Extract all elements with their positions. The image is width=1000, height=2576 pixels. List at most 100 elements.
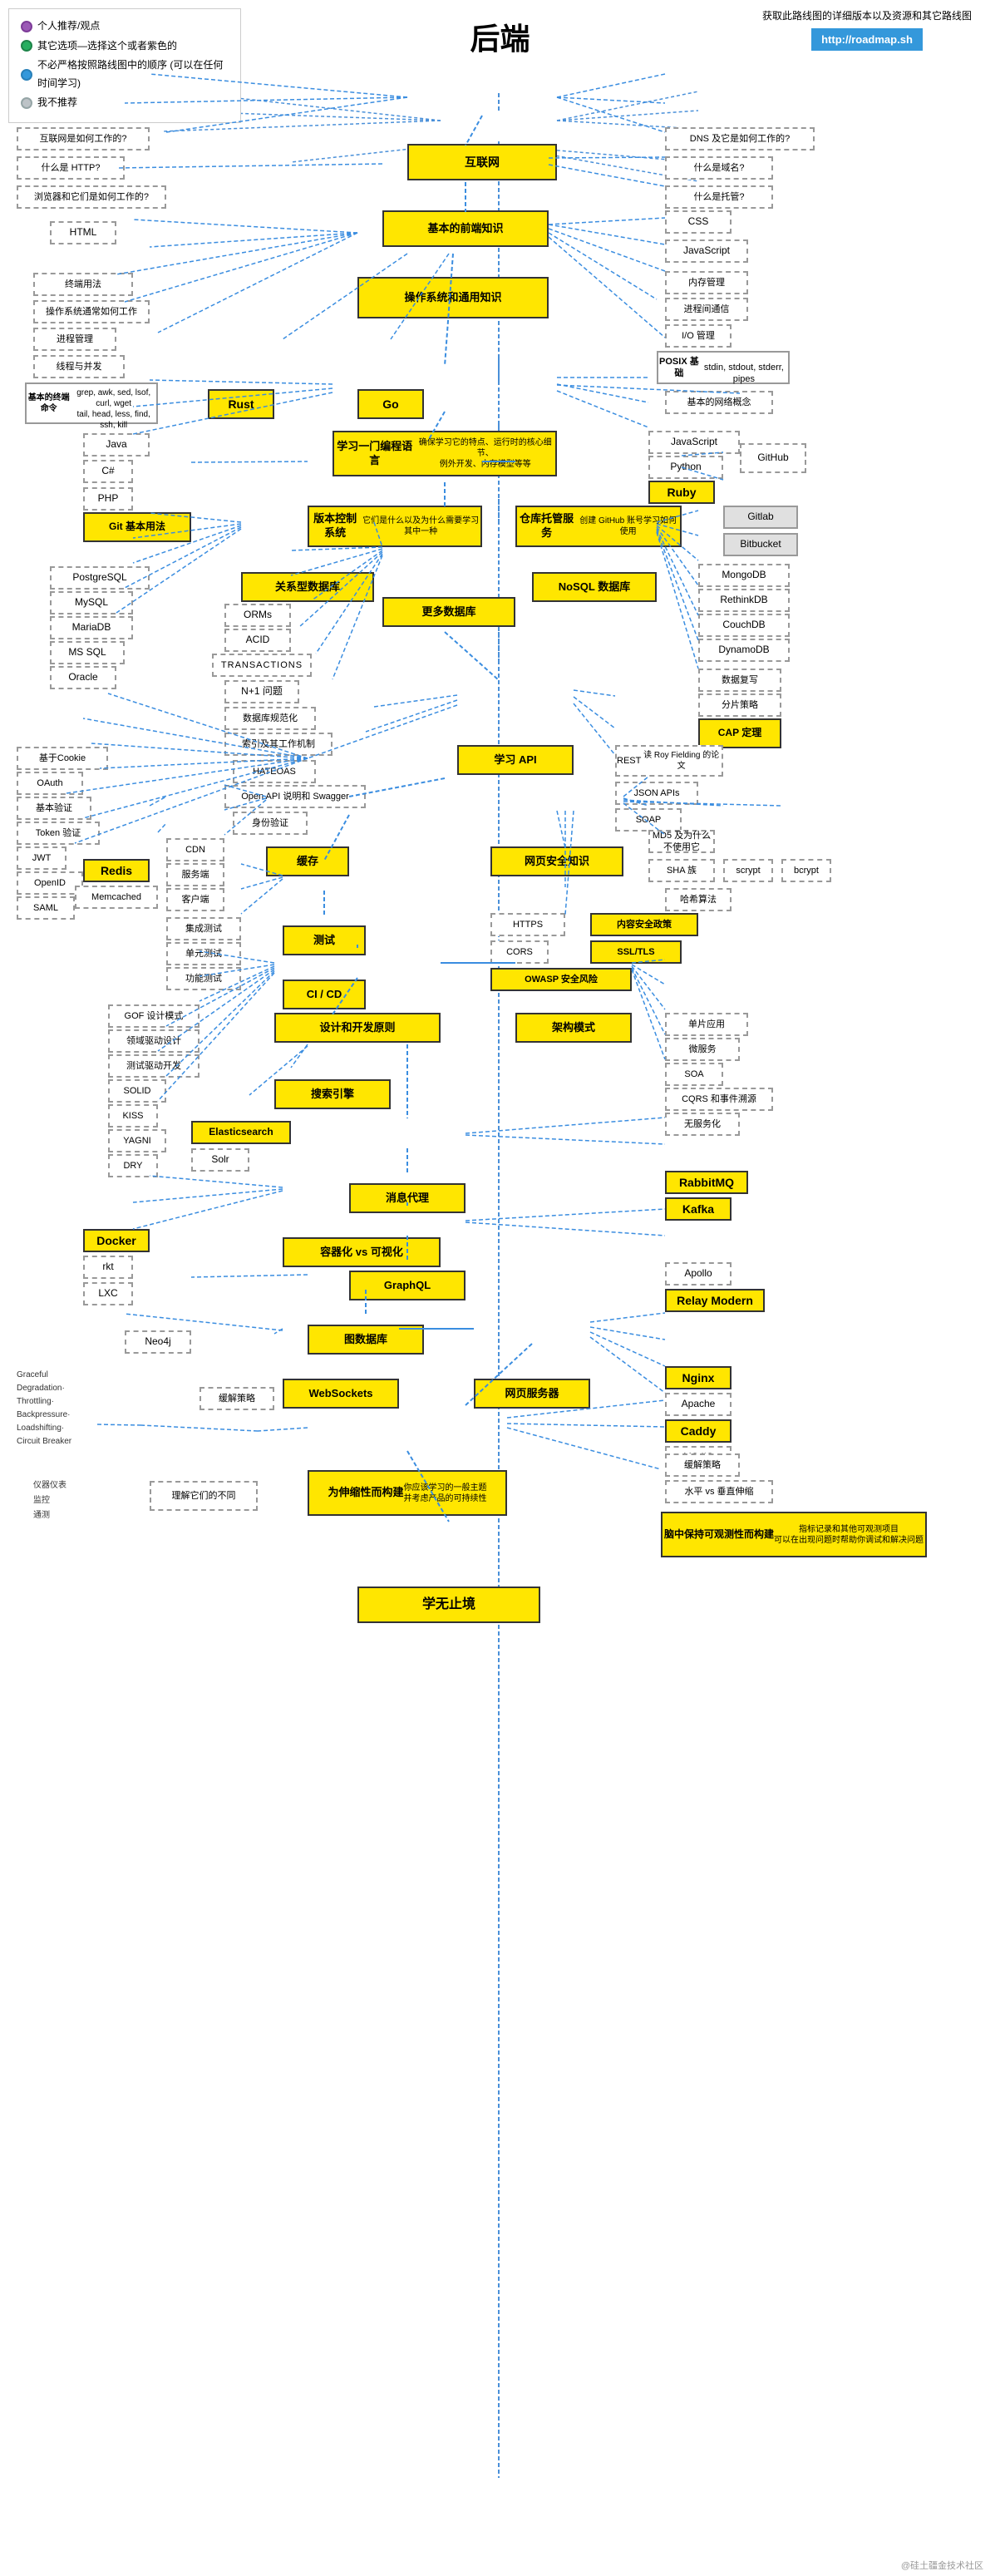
node-terminal-usage: 终端用法 xyxy=(33,273,133,296)
node-cqrs: CQRS 和事件溯源 xyxy=(665,1088,773,1111)
node-saml: SAML xyxy=(17,896,75,920)
node-microservices: 微服务 xyxy=(665,1038,740,1061)
node-hateoas: HATEOAS xyxy=(233,760,316,783)
node-os: 操作系统和通用知识 xyxy=(357,277,549,318)
node-elasticsearch: Elasticsearch xyxy=(191,1121,291,1144)
page-wrapper: 个人推荐/观点 其它选项—选择这个或者紫色的 不必严格按照路线图中的顺序 (可以… xyxy=(0,0,1000,2576)
node-orms: ORMs xyxy=(224,604,291,627)
node-hash-algo: 哈希算法 xyxy=(665,888,732,911)
node-solr: Solr xyxy=(191,1148,249,1172)
node-transactions: TRANSACTIONS xyxy=(212,654,312,677)
node-docker: Docker xyxy=(83,1229,150,1252)
node-learn-language: 学习一门编程语言 确保学习它的特点、运行时的核心细节、例外开发、内存模型等等 xyxy=(333,431,557,476)
node-rethinkdb: RethinkDB xyxy=(698,589,790,612)
node-server-side: 服务端 xyxy=(166,863,224,886)
node-db-normalization: 数据库规范化 xyxy=(224,707,316,730)
node-search-engine: 搜索引擎 xyxy=(274,1079,391,1109)
node-git: Git 基本用法 xyxy=(83,512,191,542)
node-domain: 什么是域名? xyxy=(665,156,773,180)
node-auth: 身份验证 xyxy=(233,812,308,835)
node-java: Java xyxy=(83,433,150,456)
legend-text-1: 个人推荐/观点 xyxy=(37,17,100,36)
node-md5: MD5 及为什么不使用它 xyxy=(648,830,715,853)
node-web-security: 网页安全知识 xyxy=(490,846,623,876)
node-openid: OpenID xyxy=(17,871,83,895)
node-design-principles: 设计和开发原则 xyxy=(274,1013,441,1043)
legend-text-2: 其它选项—选择这个或者紫色的 xyxy=(37,37,177,56)
info-box-link[interactable]: http://roadmap.sh xyxy=(811,28,923,51)
node-indexes: 索引及其工作机制 xyxy=(224,733,333,756)
node-cicd: CI / CD xyxy=(283,980,366,1009)
node-dry: DRY xyxy=(108,1154,158,1177)
node-relay-modern: Relay Modern xyxy=(665,1289,765,1312)
info-box: 获取此路线图的详细版本以及资源和其它路线图 http://roadmap.sh xyxy=(742,8,992,51)
node-nginx: Nginx xyxy=(665,1366,732,1389)
node-couchdb: CouchDB xyxy=(698,614,790,637)
node-how-internet-works: 互联网是如何工作的? xyxy=(17,127,150,151)
node-apollo: Apollo xyxy=(665,1262,732,1286)
node-yagni: YAGNI xyxy=(108,1129,166,1152)
node-apache: Apache xyxy=(665,1393,732,1416)
node-unit-test: 单元测试 xyxy=(166,942,241,965)
node-kiss: KISS xyxy=(108,1104,158,1128)
legend-item-2: 其它选项—选择这个或者紫色的 xyxy=(21,37,229,56)
node-understand-diff: 理解它们的不同 xyxy=(150,1481,258,1511)
node-rest: REST读 Roy Fielding 的论文 xyxy=(615,745,723,777)
node-gitlab: Gitlab xyxy=(723,506,798,529)
node-acid: ACID xyxy=(224,629,291,652)
watermark: @硅土疆金技术社区 xyxy=(901,2559,983,2572)
node-kafka: Kafka xyxy=(665,1197,732,1221)
node-functional-test: 功能测试 xyxy=(166,967,241,990)
node-message-brokers: 消息代理 xyxy=(349,1183,466,1213)
node-csharp: C# xyxy=(83,460,133,483)
node-bcrypt: bcrypt xyxy=(781,859,831,882)
node-monitoring-terms: 仪器仪表监控通测 xyxy=(33,1478,67,1523)
node-oauth: OAuth xyxy=(17,772,83,795)
node-memcached: Memcached xyxy=(75,886,158,909)
node-hosting: 什么是托管? xyxy=(665,185,773,209)
node-resiliency-terms: GracefulDegradation·Throttling·Backpress… xyxy=(17,1369,71,1448)
node-process-mgmt: 进程管理 xyxy=(33,328,116,351)
node-css: CSS xyxy=(665,210,732,234)
node-dynamodb: DynamoDB xyxy=(698,639,790,662)
legend-item-1: 个人推荐/观点 xyxy=(21,17,229,36)
node-javascript-front: JavaScript xyxy=(665,239,748,263)
node-browsers: 浏览器和它们是如何工作的? xyxy=(17,185,166,209)
node-horizontal-vertical: 水平 vs 垂直伸缩 xyxy=(665,1480,773,1503)
node-internet: 互联网 xyxy=(407,144,557,180)
node-javascript-back: JavaScript xyxy=(648,431,740,454)
node-network-concepts: 基本的网络概念 xyxy=(665,391,773,414)
node-python: Python xyxy=(648,456,723,479)
node-github: GitHub xyxy=(740,443,806,473)
info-box-text: 获取此路线图的详细版本以及资源和其它路线图 xyxy=(742,8,992,23)
node-owasp: OWASP 安全风险 xyxy=(490,968,632,991)
node-jwt: JWT xyxy=(17,846,67,870)
node-ssltls: SSL/TLS xyxy=(590,940,682,964)
node-cap: CAP 定理 xyxy=(698,718,781,748)
node-cookie-auth: 基于Cookie xyxy=(17,747,108,770)
node-json-apis: JSON APIs xyxy=(615,782,698,805)
node-graphql: GraphQL xyxy=(349,1271,466,1300)
node-lxc: LXC xyxy=(83,1282,133,1305)
node-data-replication: 数据复写 xyxy=(698,669,781,692)
node-scalability: 为伸缩性而构建 你应该学习的一般主题并考虑产品的可持续性 xyxy=(308,1470,507,1516)
node-tdd: 测试驱动开发 xyxy=(108,1054,200,1078)
node-go: Go xyxy=(357,389,424,419)
node-content-security: 内容安全政策 xyxy=(590,913,698,936)
node-serverless: 无服务化 xyxy=(665,1113,740,1136)
node-vcs: 版本控制系统 它们是什么以及为什么需要学习其中一种 xyxy=(308,506,482,547)
node-repo-hosting: 仓库托管服务 创建 GitHub 账号学习如何使用 xyxy=(515,506,682,547)
node-arch-patterns: 架构模式 xyxy=(515,1013,632,1043)
node-https: HTTPS xyxy=(490,913,565,936)
node-mitigation-strategy: 缓解策略 xyxy=(665,1453,740,1477)
node-dns: DNS 及它是如何工作的? xyxy=(665,127,815,151)
node-openapi: Open API 说明和 Swagger xyxy=(224,785,366,808)
node-oracle: Oracle xyxy=(50,666,116,689)
node-what-is-http: 什么是 HTTP? xyxy=(17,156,125,180)
node-soap: SOAP xyxy=(615,808,682,832)
node-postgresql: PostgreSQL xyxy=(50,566,150,590)
node-websockets: WebSockets xyxy=(283,1379,399,1409)
node-frontend-basics: 基本的前端知识 xyxy=(382,210,549,247)
node-sha: SHA 族 xyxy=(648,859,715,882)
node-basic-auth: 基本验证 xyxy=(17,797,91,820)
